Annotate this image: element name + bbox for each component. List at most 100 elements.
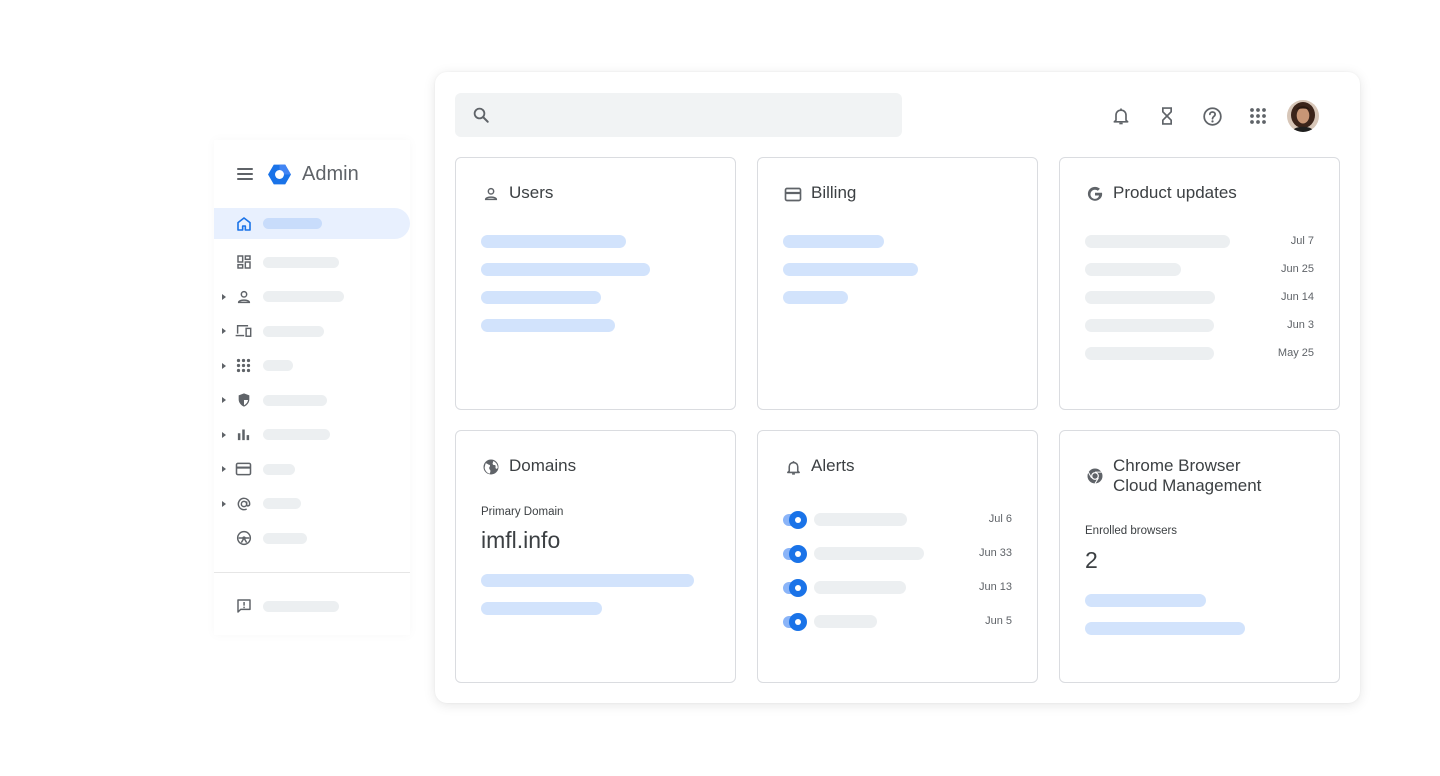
expand-caret-icon[interactable] [222,397,226,404]
sidebar-item-devices[interactable] [214,314,410,349]
search-input[interactable] [502,106,882,124]
expand-caret-icon[interactable] [222,293,226,300]
alert-bell-icon [783,457,803,477]
sidebar-item-label-placeholder [263,600,339,612]
update-date: May 25 [1277,347,1314,359]
sidebar-item-rules[interactable] [214,521,410,556]
alert-toggle[interactable] [783,545,807,563]
alert-toggle[interactable] [783,579,807,597]
hourglass-tasks-icon [1161,107,1172,125]
card-title: Users [509,183,554,202]
sidebar-item-label-placeholder [263,325,324,337]
sidebar-item-users[interactable] [214,280,410,315]
enrolled-browsers-label: Enrolled browsers [1085,525,1178,537]
loading-placeholder-bar [481,319,615,332]
sidebar-item-apps[interactable] [214,349,410,384]
sidebar-item-account[interactable] [214,487,410,522]
loading-placeholder-bar [1085,235,1230,248]
domains-card[interactable]: Domains Primary Domain imfl.info [455,430,736,683]
search-bar[interactable] [455,93,902,137]
sidebar-item-home[interactable] [214,208,410,239]
chrome-management-card[interactable]: Chrome Browser Cloud Management Enrolled… [1059,430,1340,683]
search-icon [473,107,489,123]
loading-placeholder-bar [1085,347,1214,360]
chrome-logo-icon [1085,466,1105,486]
account-avatar[interactable] [1287,100,1319,132]
globe-icon [481,457,501,477]
admin-logo-icon [268,164,291,184]
main-menu-button[interactable] [234,163,256,185]
sidebar-item-feedback[interactable] [214,589,410,624]
loading-placeholder-bar [1085,594,1206,607]
loading-placeholder-bar [1085,291,1215,304]
sidebar: Admin [214,140,410,635]
sidebar-item-label-placeholder [263,498,301,510]
sidebar-divider [214,572,410,573]
expand-caret-icon[interactable] [222,500,226,507]
billing-card-icon [235,461,252,478]
alert-toggle[interactable] [783,511,807,529]
rules-icon [235,530,252,547]
top-bar-actions [1105,100,1319,132]
update-date: Jun 14 [1280,291,1314,303]
update-date: Jul 7 [1290,235,1314,247]
loading-placeholder-bar [1085,263,1181,276]
card-title: Alerts [811,456,855,475]
apps-launcher-icon [1249,108,1266,124]
help-icon [1202,106,1222,126]
expand-caret-icon[interactable] [222,362,226,369]
card-title: Billing [811,183,857,202]
update-date: Jun 25 [1280,263,1314,275]
loading-placeholder-bar [481,235,626,248]
notifications-bell-icon [1113,108,1129,125]
sidebar-item-label-placeholder [263,360,293,372]
loading-placeholder-bar [783,291,848,304]
sidebar-item-reports[interactable] [214,418,410,453]
notifications-button[interactable] [1105,100,1137,132]
loading-placeholder-bar [481,263,650,276]
sidebar-item-label-placeholder [263,218,322,229]
main-panel: Users Billing Product updates Jul 7 Jun … [435,72,1360,703]
alert-date: Jul 6 [988,513,1012,525]
update-date: Jun 3 [1287,319,1314,331]
loading-placeholder-bar [783,263,918,276]
sidebar-item-dashboard[interactable] [214,245,410,280]
alert-date: Jun 13 [978,581,1012,593]
avatar-photo-icon [1287,100,1319,132]
loading-placeholder-bar [814,513,907,526]
billing-card[interactable]: Billing [757,157,1038,410]
users-card[interactable]: Users [455,157,736,410]
sidebar-item-label-placeholder [263,532,307,544]
billing-card-icon [783,184,803,204]
sidebar-item-security[interactable] [214,383,410,418]
expand-caret-icon[interactable] [222,466,226,473]
loading-placeholder-bar [783,235,884,248]
card-title: Chrome Browser Cloud Management [1113,456,1262,495]
apps-launcher-button[interactable] [1242,100,1274,132]
home-icon [235,215,252,232]
expand-caret-icon[interactable] [222,328,226,335]
tasks-button[interactable] [1151,100,1183,132]
sidebar-item-label-placeholder [263,256,339,268]
reports-chart-icon [235,426,252,443]
at-sign-icon [235,495,252,512]
alert-toggle[interactable] [783,613,807,631]
feedback-icon [235,598,252,615]
product-updates-card[interactable]: Product updates Jul 7 Jun 25 Jun 14 Jun … [1059,157,1340,410]
person-icon [235,288,252,305]
apps-grid-icon [235,357,252,374]
loading-placeholder-bar [481,291,601,304]
alerts-card[interactable]: Alerts Jul 6 Jun 33 Jun 13 Jun 5 [757,430,1038,683]
loading-placeholder-bar [1085,622,1245,635]
brand-name: Admin [302,162,359,185]
loading-placeholder-bar [814,581,906,594]
sidebar-item-billing[interactable] [214,452,410,487]
primary-domain-value: imfl.info [481,527,561,553]
loading-placeholder-bar [814,547,924,560]
sidebar-item-label-placeholder [263,291,344,303]
help-button[interactable] [1196,100,1228,132]
expand-caret-icon[interactable] [222,431,226,438]
enrolled-browsers-count: 2 [1085,547,1098,573]
google-g-icon [1085,184,1105,204]
sidebar-item-label-placeholder [263,429,330,441]
